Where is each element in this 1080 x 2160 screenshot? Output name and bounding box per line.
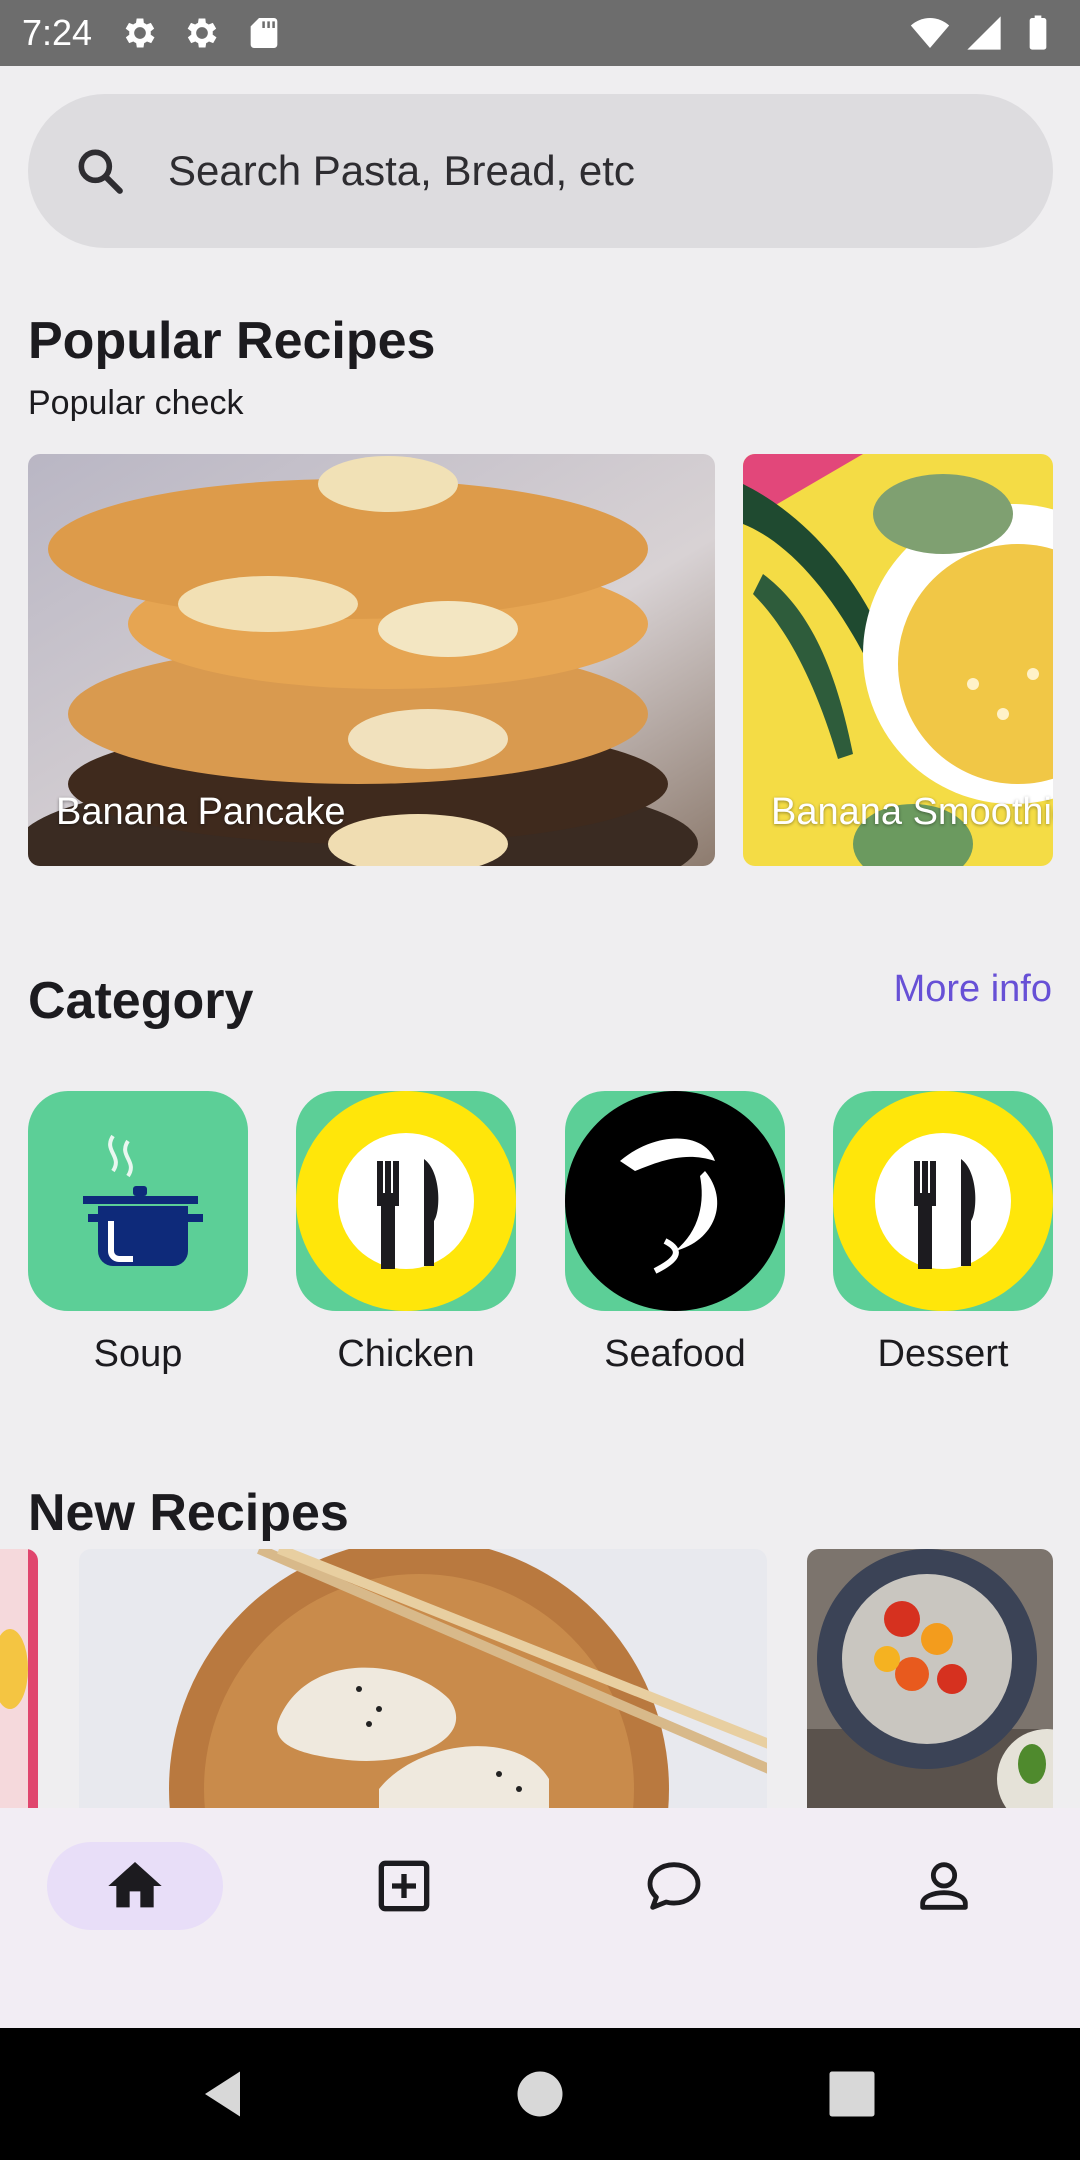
category-tile: [565, 1091, 785, 1311]
recipe-card-banana-pancake[interactable]: Banana Pancake: [28, 454, 715, 866]
category-title: Category: [28, 972, 254, 1030]
pot-icon: [83, 1134, 203, 1266]
system-navigation-bar: [0, 2028, 1080, 2160]
signal-icon: [967, 16, 1001, 50]
new-recipe-card-dumplings[interactable]: [79, 1549, 767, 1809]
category-label: Soup: [93, 1333, 183, 1375]
status-bar: 7:24: [0, 0, 1080, 66]
chat-bubble-icon: [647, 1862, 701, 1910]
nav-home[interactable]: [47, 1842, 223, 1930]
category-label: Dessert: [877, 1333, 1009, 1375]
home-icon: [108, 1862, 162, 1908]
category-soup[interactable]: Soup: [28, 1091, 248, 1376]
recipe-image: [0, 1549, 38, 1809]
recipe-card-label: Banana Smoothie: [771, 791, 1053, 833]
recipe-card-label: Banana Pancake: [56, 791, 346, 833]
recipe-card-banana-smoothie[interactable]: Banana Smoothie: [743, 454, 1053, 866]
category-tile: [28, 1091, 248, 1311]
new-recipe-card-partial[interactable]: [0, 1549, 38, 1809]
category-label: Chicken: [337, 1333, 475, 1375]
salad-image: [807, 1549, 1053, 1809]
popular-recipes-title: Popular Recipes: [28, 312, 436, 370]
status-time: 7:24: [22, 12, 93, 53]
search-input[interactable]: Search Pasta, Bread, etc: [168, 147, 635, 195]
fork-knife-icon: [833, 1091, 1053, 1311]
category-chicken[interactable]: Chicken: [296, 1091, 516, 1376]
battery-icon: [1029, 15, 1047, 50]
new-recipe-card-salad[interactable]: [807, 1549, 1053, 1809]
search-icon: [78, 149, 123, 194]
home-circle-icon[interactable]: [510, 2064, 570, 2124]
back-icon[interactable]: [195, 2064, 255, 2124]
category-tile: [833, 1091, 1053, 1311]
more-info-link[interactable]: More info: [894, 968, 1052, 1011]
category-dessert[interactable]: Dessert: [833, 1091, 1053, 1376]
category-seafood[interactable]: Seafood: [565, 1091, 785, 1376]
status-system-icons: [910, 13, 1058, 53]
add-box-icon: [378, 1860, 430, 1912]
gear-icon: [125, 18, 155, 48]
nav-profile[interactable]: [856, 1842, 1032, 1930]
category-label: Seafood: [604, 1333, 746, 1375]
nav-add[interactable]: [316, 1842, 492, 1930]
nav-messages[interactable]: [586, 1842, 762, 1930]
wifi-icon: [910, 18, 950, 48]
fork-knife-icon: [296, 1091, 516, 1311]
status-notification-icons: [120, 13, 284, 53]
person-icon: [920, 1862, 968, 1910]
sd-card-icon: [250, 18, 278, 48]
category-tile: [296, 1091, 516, 1311]
dumplings-image: [79, 1549, 767, 1809]
popular-recipes-subtitle: Popular check: [28, 384, 244, 422]
gear-icon: [187, 18, 217, 48]
recents-icon[interactable]: [822, 2064, 882, 2124]
bottom-navigation: [0, 1808, 1080, 2028]
search-bar[interactable]: Search Pasta, Bread, etc: [28, 94, 1053, 248]
fish-icon: [565, 1091, 785, 1311]
new-recipes-title: New Recipes: [28, 1484, 349, 1542]
